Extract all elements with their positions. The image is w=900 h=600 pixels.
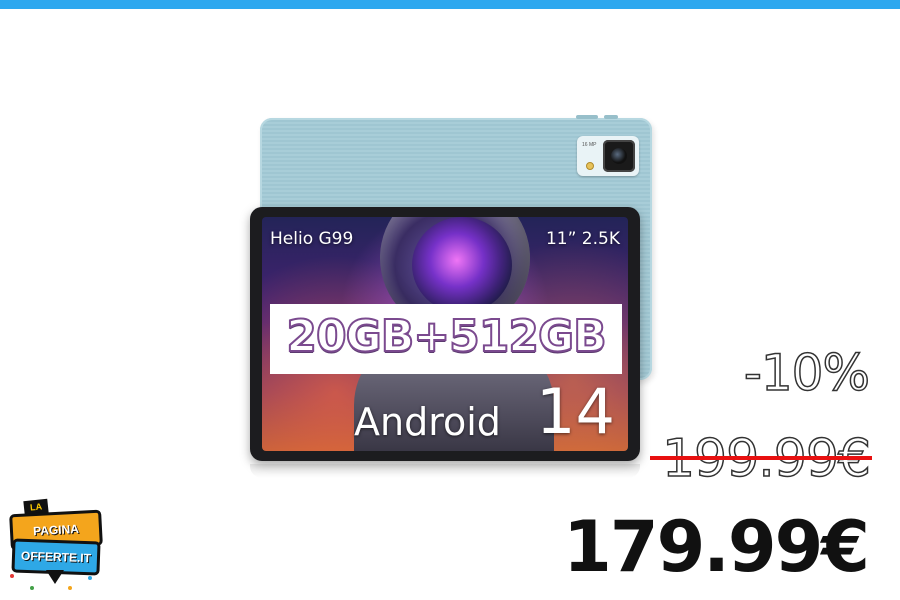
memory-label: 20GB+512GB	[285, 310, 607, 363]
discount-label: -10%	[743, 343, 871, 403]
tablet-reflection	[250, 464, 640, 478]
new-price: 179.99€	[563, 506, 870, 588]
product-image: 16 MP Helio G99 11” 2.5K 20GB+512GB Andr…	[248, 112, 658, 482]
os-label: Android	[354, 400, 501, 444]
logo-dot-icon	[88, 576, 92, 580]
display-label: 11” 2.5K	[545, 229, 620, 249]
tablet-volume-button	[576, 115, 598, 119]
memory-banner: 20GB+512GB	[270, 304, 622, 374]
strikethrough-line	[650, 456, 872, 460]
tablet-screen: Helio G99 11” 2.5K 20GB+512GB Android 14	[262, 217, 628, 451]
tablet-front: Helio G99 11” 2.5K 20GB+512GB Android 14	[250, 207, 640, 461]
logo-dot-icon	[30, 586, 34, 590]
flash-icon	[586, 162, 594, 170]
logo-pointer-icon	[46, 570, 64, 584]
site-logo: LA PAGINA DELLE OFFERTE.IT	[8, 498, 103, 596]
astronaut-visor	[412, 217, 512, 313]
tablet-power-button	[604, 115, 618, 119]
logo-dot-icon	[10, 574, 14, 578]
camera-module: 16 MP	[577, 136, 639, 176]
os-version-label: 14	[536, 375, 615, 448]
chip-label: Helio G99	[270, 229, 354, 249]
camera-label: 16 MP	[582, 142, 597, 148]
camera-lens-icon	[603, 140, 635, 172]
logo-dot-icon	[68, 586, 72, 590]
top-accent-bar	[0, 0, 900, 9]
